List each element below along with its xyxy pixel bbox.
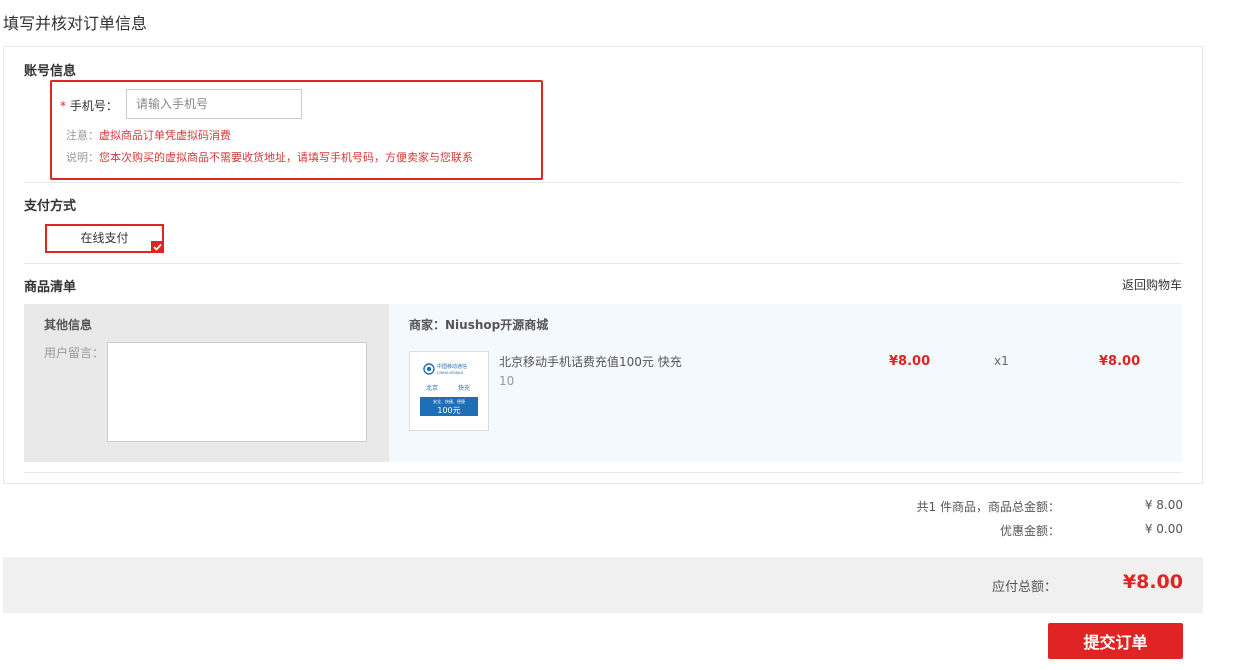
- phone-input[interactable]: [126, 89, 302, 119]
- thumb-city: 北京: [426, 384, 438, 392]
- goods-quantity: x1: [994, 354, 1009, 368]
- order-panel: 账号信息 * 手机号： 注意：虚拟商品订单凭虚拟码消费 说明：您本次购买的虚拟商…: [3, 46, 1203, 484]
- thumb-brand-cn: 中国移动通信: [437, 363, 467, 370]
- thumb-brand-en: CHINA MOBILE: [437, 371, 464, 375]
- payment-option-label: 在线支付: [80, 231, 129, 245]
- phone-label-text: 手机号：: [69, 99, 118, 113]
- note-prefix: 注意：: [66, 129, 99, 142]
- submit-order-button[interactable]: 提交订单: [1048, 623, 1183, 659]
- goods-section-title: 商品清单: [24, 280, 77, 295]
- china-mobile-card-image: 中国移动通信 CHINA MOBILE 北京 快充 安全、快捷、便捷 100元: [410, 352, 488, 430]
- discount-label: 优惠金额：: [999, 524, 1060, 538]
- other-info-title: 其他信息: [44, 318, 93, 332]
- goods-subtotal: ¥8.00: [1099, 354, 1141, 369]
- discount-value: ¥ 0.00: [1144, 522, 1183, 536]
- shop-name: 商家：Niushop开源商城: [409, 318, 549, 332]
- thumb-slogan: 安全、快捷、便捷: [433, 398, 465, 404]
- phone-label: * 手机号：: [60, 97, 118, 114]
- payable-label: 应付总额：: [991, 580, 1057, 595]
- account-info-box: * 手机号： 注意：虚拟商品订单凭虚拟码消费 说明：您本次购买的虚拟商品不需要收…: [50, 80, 543, 180]
- required-mark: *: [60, 99, 66, 113]
- check-icon: [151, 241, 164, 253]
- goods-count-label: 共1 件商品，商品总金额：: [916, 500, 1060, 514]
- goods-area: 商家：Niushop开源商城 中国移动通信 CHINA MOBILE 北京 快充…: [389, 304, 1182, 462]
- page-title: 填写并核对订单信息: [3, 14, 148, 33]
- online-payment-option[interactable]: 在线支付: [45, 224, 164, 253]
- user-message-input[interactable]: [107, 342, 367, 442]
- explain-text: 您本次购买的虚拟商品不需要收货地址，请填写手机号码，方便卖家与您联系: [99, 151, 473, 164]
- thumb-speed: 快充: [458, 384, 470, 392]
- goods-price: ¥8.00: [889, 354, 931, 369]
- thumb-amount: 100元: [437, 406, 460, 415]
- goods-thumbnail[interactable]: 中国移动通信 CHINA MOBILE 北京 快充 安全、快捷、便捷 100元: [409, 351, 489, 431]
- back-to-cart-link[interactable]: 返回购物车: [1122, 276, 1182, 293]
- divider: [24, 182, 1182, 183]
- goods-name-link[interactable]: 北京移动手机话费充值100元 快充: [499, 353, 682, 370]
- note-text: 虚拟商品订单凭虚拟码消费: [99, 129, 231, 142]
- goods-total-value: ¥ 8.00: [1144, 498, 1183, 512]
- divider: [24, 263, 1182, 264]
- explain-line: 说明：您本次购买的虚拟商品不需要收货地址，请填写手机号码，方便卖家与您联系: [66, 149, 473, 165]
- explain-prefix: 说明：: [66, 151, 99, 164]
- other-info-panel: 其他信息 用户留言：: [24, 304, 389, 462]
- note-line: 注意：虚拟商品订单凭虚拟码消费: [66, 127, 231, 143]
- payable-total-bar: 应付总额： ¥8.00: [3, 557, 1203, 613]
- account-section-title: 账号信息: [24, 64, 77, 79]
- goods-spec: 10: [499, 374, 515, 388]
- message-label: 用户留言：: [44, 346, 105, 360]
- divider: [24, 472, 1182, 473]
- payable-value: ¥8.00: [1122, 571, 1183, 593]
- payment-section-title: 支付方式: [24, 199, 77, 214]
